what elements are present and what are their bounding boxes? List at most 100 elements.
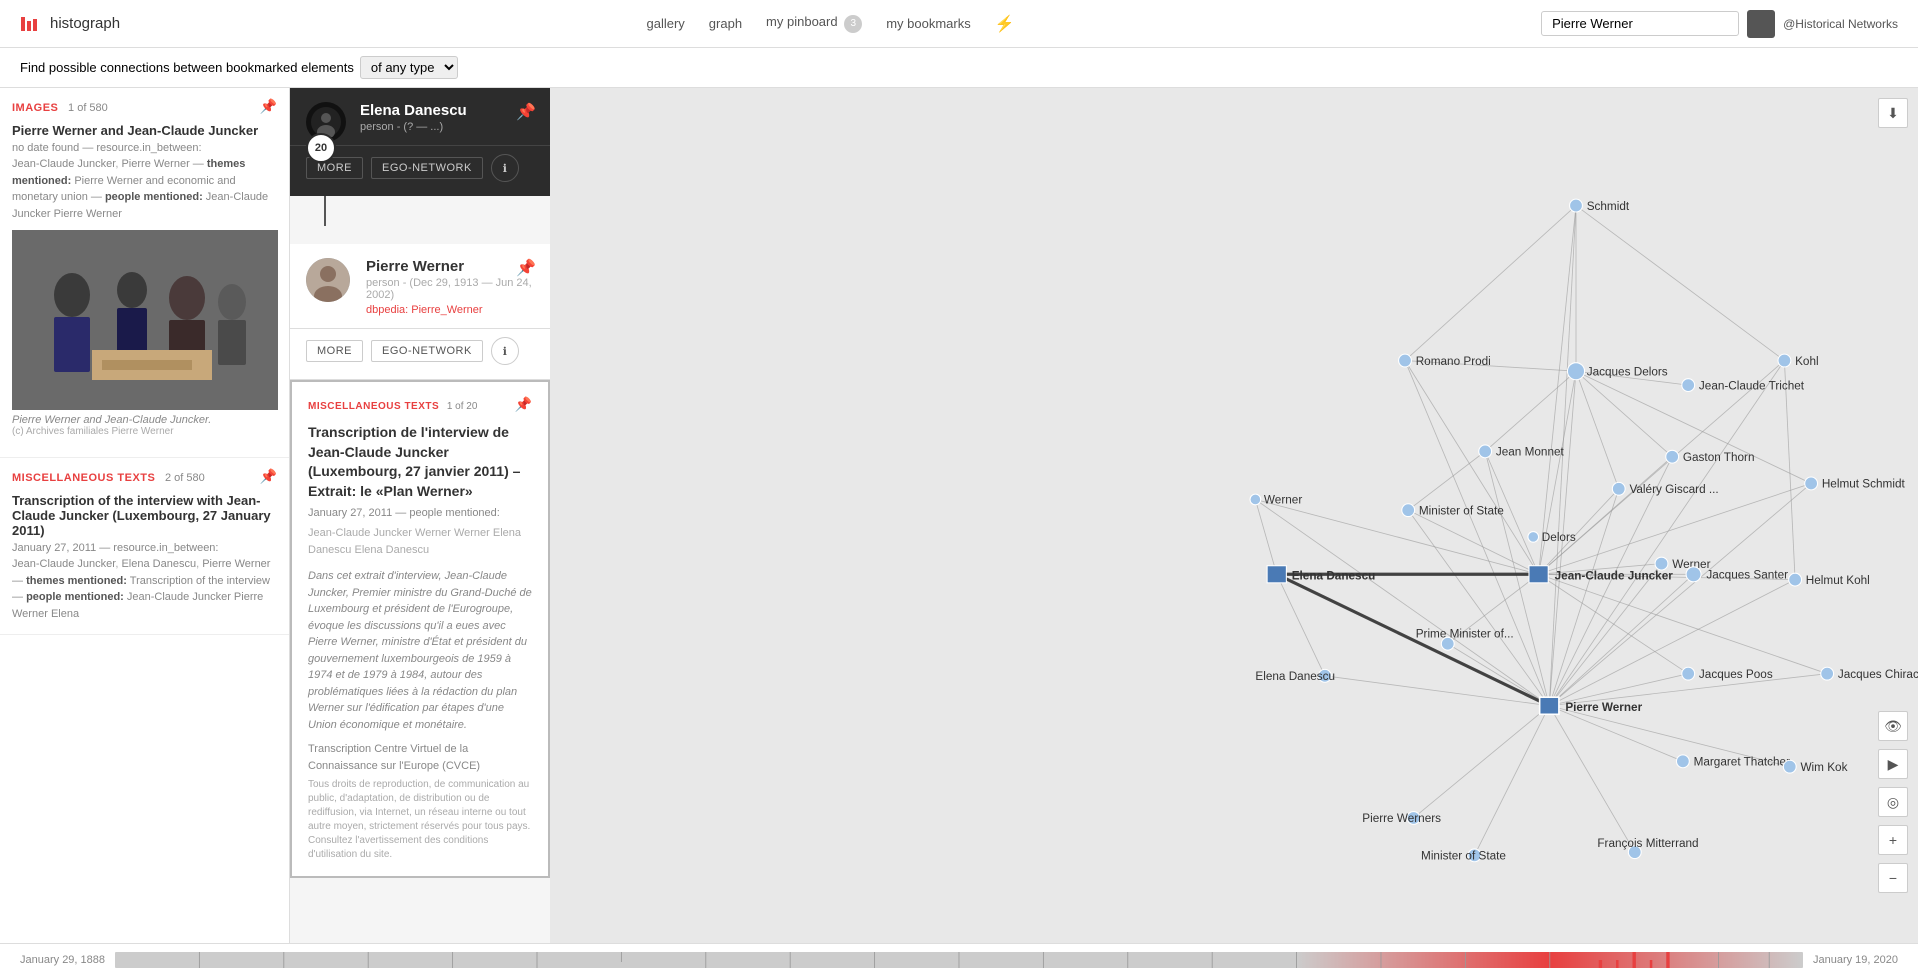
bolt-icon: ⚡ — [995, 14, 1015, 34]
pierre-type: person - (Dec 29, 1913 — Jun 24, 2002) — [366, 277, 534, 301]
node-jean-monnet[interactable] — [1479, 445, 1492, 458]
label-jacques-santer: Jacques Santer — [1706, 569, 1788, 582]
nav-bookmarks[interactable]: my bookmarks — [886, 16, 971, 31]
misc-pin-icon[interactable]: 📌 — [260, 468, 277, 485]
logo-icon — [20, 13, 42, 35]
subheader: Find possible connections between bookma… — [0, 48, 1918, 88]
middle-panel: Elena Danescu person - (? — ...) 📌 20 MO… — [290, 88, 550, 943]
connector-line — [324, 196, 326, 226]
elena-info-btn[interactable]: ℹ — [491, 154, 519, 182]
label-elena-danescu: Elena Danescu — [1292, 570, 1376, 583]
download-button[interactable]: ⬇ — [1878, 98, 1908, 128]
play-tool[interactable]: ▶ — [1878, 749, 1908, 779]
label-jean-claude-juncker: Jean-Claude Juncker — [1555, 570, 1674, 583]
misc-overlay-tags: Jean-Claude Juncker Werner Werner Elena … — [308, 525, 532, 558]
misc-count: 2 of 580 — [165, 472, 205, 484]
elena-pin-btn[interactable]: 📌 — [516, 102, 536, 122]
misc-section-header: MISCELLANEOUS TEXTS 2 of 580 📌 — [0, 458, 289, 489]
search-person-input[interactable] — [1541, 11, 1739, 36]
label-kohl: Kohl — [1795, 355, 1819, 368]
images-type-label: IMAGES — [12, 102, 58, 114]
label-schmidt: Schmidt — [1587, 200, 1630, 213]
image-credits: (c) Archives familiales Pierre Werner — [12, 426, 277, 437]
label-francois-mitterrand: François Mitterrand — [1597, 837, 1698, 850]
node-helmut-kohl[interactable] — [1789, 573, 1802, 586]
zoom-out-tool[interactable]: − — [1878, 863, 1908, 893]
node-margaret-thatcher[interactable] — [1676, 755, 1689, 768]
label-jacques-delors: Jacques Delors — [1587, 365, 1668, 378]
pierre-pin-btn[interactable]: 📌 — [516, 258, 536, 278]
label-pierre-werners: Pierre Werners — [1362, 812, 1441, 825]
label-prime-minister: Prime Minister of... — [1416, 627, 1514, 640]
node-pierre-werner[interactable] — [1540, 697, 1559, 714]
subheader-label: Find possible connections between bookma… — [20, 60, 354, 75]
timeline-end-date: January 19, 2020 — [1813, 954, 1898, 966]
label-jean-monnet: Jean Monnet — [1496, 446, 1565, 459]
images-card: Pierre Werner and Jean-Claude Juncker no… — [0, 119, 289, 458]
zoom-in-tool[interactable]: + — [1878, 825, 1908, 855]
misc-type-label: MISCELLANEOUS TEXTS — [12, 472, 155, 484]
pierre-more-btn[interactable]: MORE — [306, 340, 363, 362]
images-tags: Jean-Claude Juncker, Pierre Werner — the… — [12, 156, 277, 222]
label-delors-small: Delors — [1542, 531, 1576, 544]
label-helmut-schmidt: Helmut Schmidt — [1822, 478, 1906, 491]
node-jacques-poos[interactable] — [1682, 667, 1695, 680]
misc-overlay-pin[interactable]: 📌 — [515, 396, 532, 413]
images-meta: no date found — resource.in_between: — [12, 142, 277, 154]
header-left: histograph — [20, 13, 120, 35]
node-werner-small[interactable] — [1250, 494, 1261, 505]
label-margaret-thatcher: Margaret Thatcher — [1694, 756, 1791, 769]
label-elena-bot: Elena Danescu — [1255, 670, 1335, 683]
person-card-elena: Elena Danescu person - (? — ...) 📌 20 — [290, 88, 550, 146]
images-pin-icon[interactable]: 📌 — [260, 98, 277, 115]
node-romano-prodi[interactable] — [1399, 354, 1412, 367]
node-werner-mid[interactable] — [1655, 557, 1668, 570]
node-delors-small[interactable] — [1528, 532, 1539, 543]
nav-graph[interactable]: graph — [709, 16, 742, 31]
pinboard-count: 3 — [844, 15, 862, 33]
node-valery[interactable] — [1612, 482, 1625, 495]
main-content: IMAGES 1 of 580 📌 Pierre Werner and Jean… — [0, 88, 1918, 943]
misc-overlay-card: MISCELLANEOUS TEXTS 1 of 20 📌 Transcript… — [290, 380, 550, 878]
left-panel: IMAGES 1 of 580 📌 Pierre Werner and Jean… — [0, 88, 290, 943]
images-count: 1 of 580 — [68, 102, 108, 114]
node-schmidt[interactable] — [1570, 199, 1583, 212]
target-tool[interactable]: ◎ — [1878, 787, 1908, 817]
image-caption: Pierre Werner and Jean-Claude Juncker. — [12, 414, 277, 426]
node-wim-kok[interactable] — [1783, 760, 1796, 773]
node-jacques-santer[interactable] — [1686, 567, 1701, 582]
node-kohl[interactable] — [1778, 354, 1791, 367]
node-jean-claude-juncker[interactable] — [1529, 566, 1548, 583]
label-wim-kok: Wim Kok — [1800, 761, 1847, 774]
misc-overlay-title: Transcription de l'interview de Jean-Cla… — [308, 423, 532, 501]
filter-type-select[interactable]: of any type persons places events themes — [360, 56, 458, 79]
misc-overlay-header: MISCELLANEOUS TEXTS 1 of 20 📌 — [308, 396, 532, 413]
label-valery: Valéry Giscard ... — [1629, 483, 1718, 496]
label-trichet: Jean-Claude Trichet — [1699, 379, 1805, 392]
node-gaston-thorn[interactable] — [1666, 450, 1679, 463]
pierre-dbpedia-link[interactable]: dbpedia: Pierre_Werner — [366, 304, 483, 316]
misc-overlay-excerpt: Dans cet extrait d'interview, Jean-Claud… — [308, 568, 532, 733]
timeline-start-date: January 29, 1888 — [20, 954, 105, 966]
node-trichet[interactable] — [1682, 379, 1695, 392]
timeline: January 29, 1888 — [0, 943, 1918, 975]
pierre-ego-btn[interactable]: EGO-NETWORK — [371, 340, 483, 362]
misc-overlay-source: Transcription Centre Virtuel de la Conna… — [308, 741, 532, 774]
elena-type: person - (? — ...) — [360, 121, 534, 133]
misc-overlay-count: 1 of 20 — [447, 401, 478, 412]
label-minister-bot: Minister of State — [1421, 850, 1506, 863]
node-jacques-chirac[interactable] — [1821, 667, 1834, 680]
nav-gallery[interactable]: gallery — [647, 16, 685, 31]
node-elena-danescu[interactable] — [1267, 566, 1286, 583]
visibility-tool[interactable]: 👁 — [1878, 711, 1908, 741]
misc-overlay-meta: January 27, 2011 — people mentioned: — [308, 507, 532, 519]
label-pierre-werner: Pierre Werner — [1565, 701, 1642, 714]
timeline-bar[interactable] — [115, 952, 1803, 968]
node-minister-top[interactable] — [1402, 504, 1415, 517]
pierre-info-btn[interactable]: ℹ — [491, 337, 519, 365]
node-jacques-delors[interactable] — [1567, 363, 1584, 380]
label-minister-top: Minister of State — [1419, 504, 1504, 517]
elena-ego-btn[interactable]: EGO-NETWORK — [371, 157, 483, 179]
node-helmut-schmidt[interactable] — [1805, 477, 1818, 490]
graph-area[interactable]: Schmidt Romano Prodi Kohl Jacques Delors… — [550, 88, 1918, 943]
